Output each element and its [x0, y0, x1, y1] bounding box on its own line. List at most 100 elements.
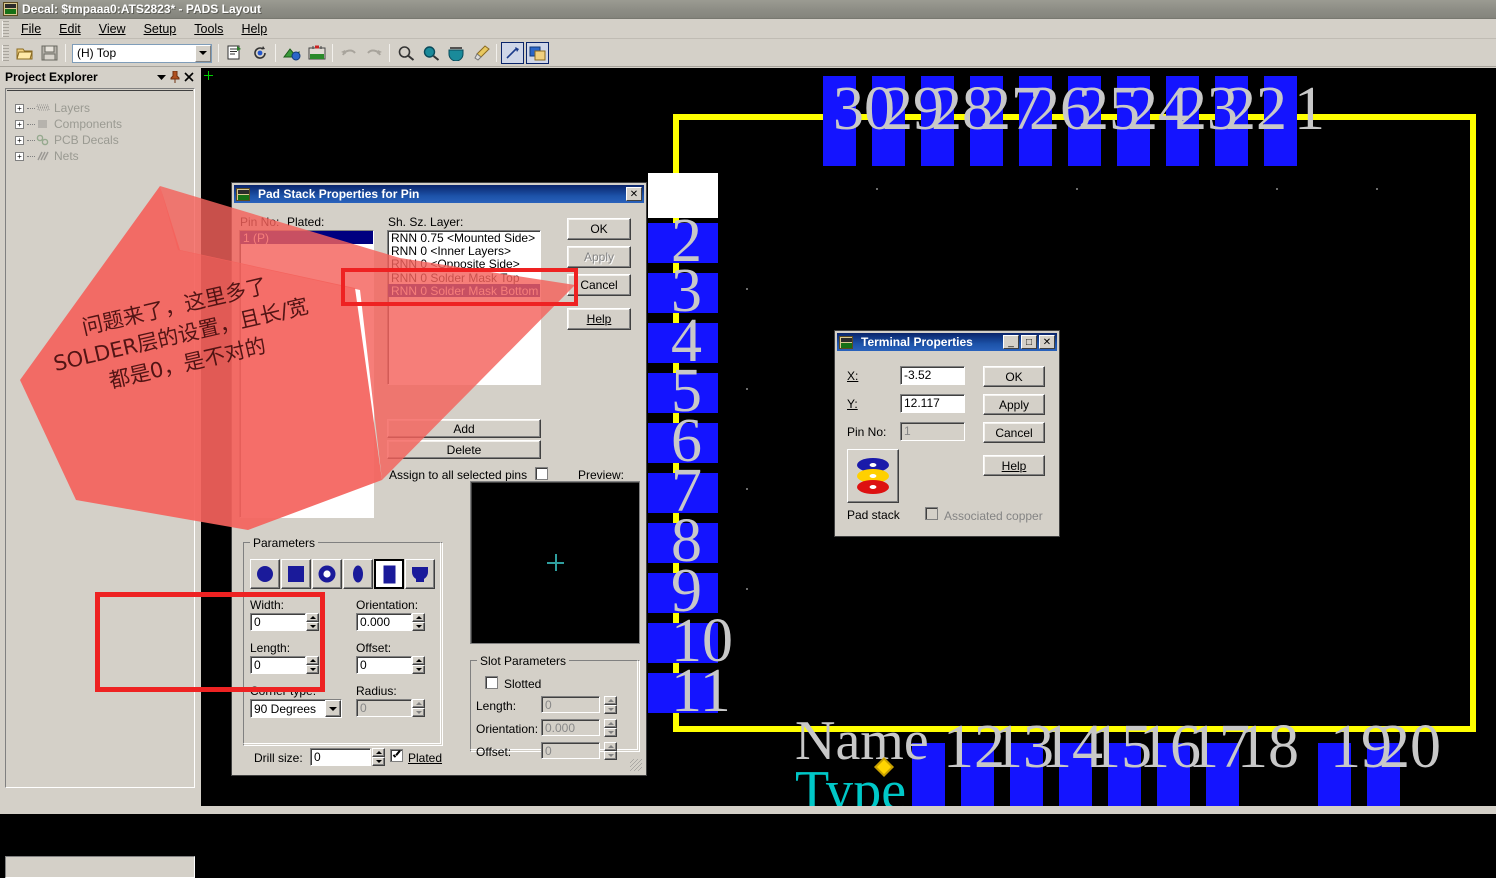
- redo-icon[interactable]: [362, 42, 385, 64]
- drill-size-stepper-down[interactable]: [372, 757, 385, 766]
- menu-grip[interactable]: [2, 20, 9, 37]
- width-stepper[interactable]: [306, 613, 319, 631]
- zoom-area-icon[interactable]: [419, 42, 442, 64]
- width-input[interactable]: 0: [250, 613, 306, 631]
- ok-button[interactable]: OK: [567, 218, 631, 240]
- drill-size-stepper-up[interactable]: [372, 748, 385, 757]
- layer-list-item[interactable]: RNN 0 <Inner Layers>: [388, 244, 540, 258]
- chevron-down-icon[interactable]: [195, 44, 211, 62]
- toolbar-grip[interactable]: [2, 45, 9, 61]
- x-input[interactable]: -3.52: [900, 366, 965, 385]
- close-button[interactable]: ✕: [1039, 335, 1055, 349]
- layer-combo[interactable]: (H) Top: [72, 43, 212, 63]
- terminal-help-label: Help: [1001, 458, 1027, 473]
- open-icon[interactable]: [13, 42, 36, 64]
- orientation-stepper-down[interactable]: [412, 622, 425, 631]
- expander-icon[interactable]: +: [15, 151, 24, 161]
- orientation-input[interactable]: 0.000: [356, 613, 412, 631]
- padstack-icon[interactable]: [847, 449, 899, 503]
- terminal-properties-dialog[interactable]: Terminal Properties _ □ ✕ X: -3.52 Y: 12…: [834, 330, 1060, 537]
- tree-item-layers[interactable]: + Layers: [7, 100, 193, 116]
- corner-type-combo[interactable]: 90 Degrees: [250, 699, 342, 718]
- layers-icon[interactable]: [526, 42, 549, 64]
- width-stepper-up[interactable]: [306, 613, 319, 622]
- expander-icon[interactable]: +: [15, 135, 24, 145]
- round-pad-icon[interactable]: [250, 559, 280, 589]
- pad-stack-titlebar[interactable]: Pad Stack Properties for Pin ✕: [234, 185, 644, 203]
- pin-list-item[interactable]: 1 (P): [240, 231, 373, 245]
- redraw-icon[interactable]: [444, 42, 467, 64]
- menu-item-file[interactable]: File: [12, 20, 50, 38]
- help-button[interactable]: Help: [567, 308, 631, 330]
- tree-item-pcb-decals[interactable]: + PCB Decals: [7, 132, 193, 148]
- chevron-down-icon[interactable]: [154, 70, 168, 84]
- close-icon[interactable]: [182, 70, 196, 84]
- layer-list[interactable]: RNN 0.75 <Mounted Side> RNN 0 <Inner Lay…: [387, 230, 541, 385]
- drill-size-stepper[interactable]: [372, 748, 385, 766]
- layer-list-item[interactable]: RNN 0.75 <Mounted Side>: [388, 231, 540, 245]
- tree-item-components[interactable]: + Components: [7, 116, 193, 132]
- assign-all-checkbox[interactable]: [535, 467, 548, 480]
- y-label: Y:: [847, 397, 858, 411]
- pin-list[interactable]: 1 (P): [239, 230, 374, 518]
- expander-icon[interactable]: +: [15, 103, 24, 113]
- delete-button[interactable]: Delete: [387, 440, 541, 459]
- orientation-stepper[interactable]: [412, 613, 425, 631]
- parameters-group-title: Parameters: [250, 536, 319, 550]
- terminal-ok-button[interactable]: OK: [983, 366, 1045, 387]
- square-pad-icon[interactable]: [281, 559, 311, 589]
- maximize-button[interactable]: □: [1021, 335, 1037, 349]
- slotted-checkbox[interactable]: [485, 676, 498, 689]
- add-button[interactable]: Add: [387, 419, 541, 438]
- rectangle-pad-icon[interactable]: [374, 559, 404, 589]
- menu-item-view[interactable]: View: [90, 20, 135, 38]
- cancel-button[interactable]: Cancel: [567, 274, 631, 296]
- brush-icon[interactable]: [469, 42, 492, 64]
- expander-icon[interactable]: +: [15, 119, 24, 129]
- resize-grip[interactable]: [630, 759, 642, 771]
- menu-item-edit[interactable]: Edit: [50, 20, 90, 38]
- pin-icon[interactable]: [168, 70, 182, 84]
- finger-pad-icon[interactable]: [405, 559, 435, 589]
- y-input[interactable]: 12.117: [900, 394, 965, 413]
- board-icon[interactable]: [305, 42, 328, 64]
- tree-item-nets[interactable]: + Nets: [7, 148, 193, 164]
- orientation-stepper-up[interactable]: [412, 613, 425, 622]
- offset-stepper[interactable]: [412, 656, 425, 674]
- drafting-icon[interactable]: [501, 42, 524, 64]
- menu-item-tools[interactable]: Tools: [185, 20, 232, 38]
- offset-stepper-up[interactable]: [412, 656, 425, 665]
- layer-list-item[interactable]: RNN 0 Solder Mask Top: [388, 271, 540, 285]
- offset-stepper-down[interactable]: [412, 665, 425, 674]
- plated-checkbox[interactable]: [390, 749, 403, 762]
- close-button[interactable]: ✕: [626, 187, 642, 201]
- offset-input[interactable]: 0: [356, 656, 412, 674]
- annular-pad-icon[interactable]: [312, 559, 342, 589]
- chevron-down-icon[interactable]: [325, 700, 341, 717]
- length-input[interactable]: 0: [250, 656, 306, 674]
- terminal-help-button[interactable]: Help: [983, 455, 1045, 476]
- refresh-icon[interactable]: [248, 42, 271, 64]
- pads-app-icon: [236, 187, 250, 201]
- terminal-cancel-button[interactable]: Cancel: [983, 422, 1045, 443]
- length-stepper[interactable]: [306, 656, 319, 674]
- zoom-icon[interactable]: [394, 42, 417, 64]
- pad-stack-properties-dialog[interactable]: Pad Stack Properties for Pin ✕ Pin No: P…: [231, 182, 647, 776]
- width-stepper-down[interactable]: [306, 622, 319, 631]
- layer-list-item[interactable]: RNN 0 <Opposite Side>: [388, 257, 540, 271]
- terminal-apply-button[interactable]: Apply: [983, 394, 1045, 415]
- length-stepper-up[interactable]: [306, 656, 319, 665]
- drill-size-input[interactable]: 0: [310, 748, 371, 766]
- properties-icon[interactable]: [223, 42, 246, 64]
- layer-list-item-selected[interactable]: RNN 0 Solder Mask Bottom: [388, 283, 540, 298]
- minimize-button[interactable]: _: [1003, 335, 1019, 349]
- y-label-text: Y:: [847, 397, 858, 411]
- menu-item-setup[interactable]: Setup: [135, 20, 186, 38]
- menu-item-help[interactable]: Help: [232, 20, 276, 38]
- length-stepper-down[interactable]: [306, 665, 319, 674]
- save-icon[interactable]: [38, 42, 61, 64]
- terminal-titlebar[interactable]: Terminal Properties _ □ ✕: [837, 333, 1057, 351]
- oval-pad-icon[interactable]: [343, 559, 373, 589]
- undo-icon[interactable]: [337, 42, 360, 64]
- pour-icon[interactable]: [280, 42, 303, 64]
